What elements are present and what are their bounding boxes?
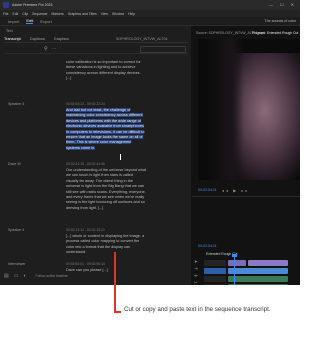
playhead[interactable]	[234, 256, 235, 285]
transcript-block-1[interactable]: And last but not least, the challenge of…	[66, 108, 146, 151]
timeline-clip[interactable]	[248, 260, 288, 266]
premiere-window: Adobe Premiere Pro 2023 — ☐ ✕ File Edit …	[0, 0, 300, 285]
video-frame-shadow	[204, 39, 244, 180]
transcript-block-2[interactable]: Our understanding of the universe beyond…	[66, 168, 146, 211]
program-monitor-tab[interactable]: Program: Extended Rough Cut	[252, 31, 298, 35]
tab-transcript[interactable]: Transcript	[4, 37, 21, 41]
timeline-clip[interactable]	[228, 268, 288, 274]
follow-timeline-label[interactable]: Follow active timeline	[36, 274, 68, 278]
tab-captions[interactable]: Captions	[30, 37, 45, 41]
track-header[interactable]	[204, 276, 226, 282]
filter-icon[interactable]: ⚲	[44, 46, 48, 52]
timeline-clip[interactable]	[228, 276, 288, 282]
text-panel-tabs: Transcript Captions Graphics SOPHROLOGY_…	[4, 35, 188, 43]
block-timestamp: 00:02:13:12 - 00:02:15:21	[66, 228, 105, 232]
track-header[interactable]	[204, 260, 226, 266]
panel-title: Text	[6, 29, 13, 33]
more-icon[interactable]: ⋯	[52, 46, 57, 52]
speaker-label[interactable]: Speaker 4	[8, 102, 24, 106]
menu-sequence[interactable]: Sequence	[32, 12, 47, 16]
text-panel: Text Transcript Captions Graphics SOPHRO…	[0, 26, 192, 285]
timeline-clip[interactable]	[228, 284, 288, 285]
text-cursor	[120, 154, 121, 160]
playback-controls[interactable]: ◂◂ ▶ ▸▸	[222, 188, 249, 193]
title-bar: Adobe Premiere Pro 2023 — ☐ ✕	[0, 0, 300, 10]
program-timecode[interactable]: 00:02:04:11	[198, 188, 217, 192]
callout-caption: Cut or copy and paste text in the sequen…	[124, 306, 271, 313]
window-title: Adobe Premiere Pro 2023	[12, 3, 53, 7]
timeline-tools: ➤ ⇥ ⇹ ✂ ⇔ ✎ ✋ T	[194, 258, 202, 285]
block-timestamp: 00:02:03:13 - 00:02:22:24	[66, 102, 105, 106]
timeline-clip[interactable]	[228, 260, 246, 266]
speaker-label[interactable]: Dave W	[8, 162, 21, 166]
speaker-label[interactable]: Speaker 4	[8, 228, 24, 232]
text-panel-footer: ▤ ▭ ◐ Follow active timeline	[4, 271, 188, 281]
menu-bar: File Edit Clip Sequence Markers Graphics…	[0, 10, 300, 17]
workspace-tab-edit[interactable]: Edit	[26, 18, 34, 24]
selected-text[interactable]: And last but not least, the challenge of…	[66, 108, 145, 150]
monitor-panel: Source: SOPHROLOGY_INTVW_ALT04.mp4 Progr…	[192, 26, 300, 285]
track-select-icon[interactable]: ⇥	[194, 265, 202, 272]
workspace-tab-import[interactable]: Import	[8, 19, 19, 24]
track-header[interactable]	[204, 284, 226, 285]
track-header[interactable]	[204, 268, 226, 274]
workspace-bar: Import Edit Export The sounds of color	[0, 17, 300, 26]
menu-help[interactable]: Help	[128, 12, 135, 16]
list-icon[interactable]: ▤	[4, 273, 9, 279]
app-logo-icon	[3, 2, 9, 8]
razor-tool-icon[interactable]: ✂	[194, 279, 202, 285]
caption-icon[interactable]: ▭	[14, 273, 19, 279]
menu-view[interactable]: View	[101, 12, 108, 16]
menu-edit[interactable]: Edit	[12, 12, 18, 16]
transcript-block-3[interactable]: [...] whole or content in displaying the…	[66, 234, 146, 256]
menu-graphics[interactable]: Graphics and Titles	[68, 12, 97, 16]
transcript-sequence-name: SOPHROLOGY_INTVW_ALT04	[116, 36, 168, 41]
transcript-block-0[interactable]: color calibration is so important to cor…	[66, 60, 146, 82]
timeline-divider	[192, 196, 300, 197]
search-input[interactable]	[140, 46, 186, 53]
ripple-edit-icon[interactable]: ⇹	[194, 272, 202, 279]
toggle-icon[interactable]: ◐	[23, 273, 26, 279]
callout-line	[114, 311, 121, 313]
speaker-label[interactable]: Interviewer	[8, 262, 26, 266]
menu-file[interactable]: File	[3, 12, 8, 16]
window-controls[interactable]: — ☐ ✕	[269, 2, 297, 7]
selection-tool-icon[interactable]: ➤	[194, 258, 202, 265]
project-name: The sounds of color	[264, 19, 296, 23]
block-timestamp: 00:02:52:01 - 00:02:56:14	[66, 262, 105, 266]
menu-window[interactable]: Window	[112, 12, 124, 16]
sequence-timecode[interactable]: 00:02:04:11	[198, 244, 217, 248]
transcript-toolbar: ⚲ ⋯	[4, 45, 188, 54]
callout-line	[114, 252, 116, 312]
block-timestamp: 00:02:24:15 - 00:02:41:06	[66, 162, 105, 166]
tab-graphics[interactable]: Graphics	[54, 37, 69, 41]
workspace-tab-export[interactable]: Export	[40, 19, 52, 24]
menu-markers[interactable]: Markers	[51, 12, 63, 16]
menu-clip[interactable]: Clip	[22, 12, 28, 16]
program-viewer[interactable]	[198, 39, 300, 180]
